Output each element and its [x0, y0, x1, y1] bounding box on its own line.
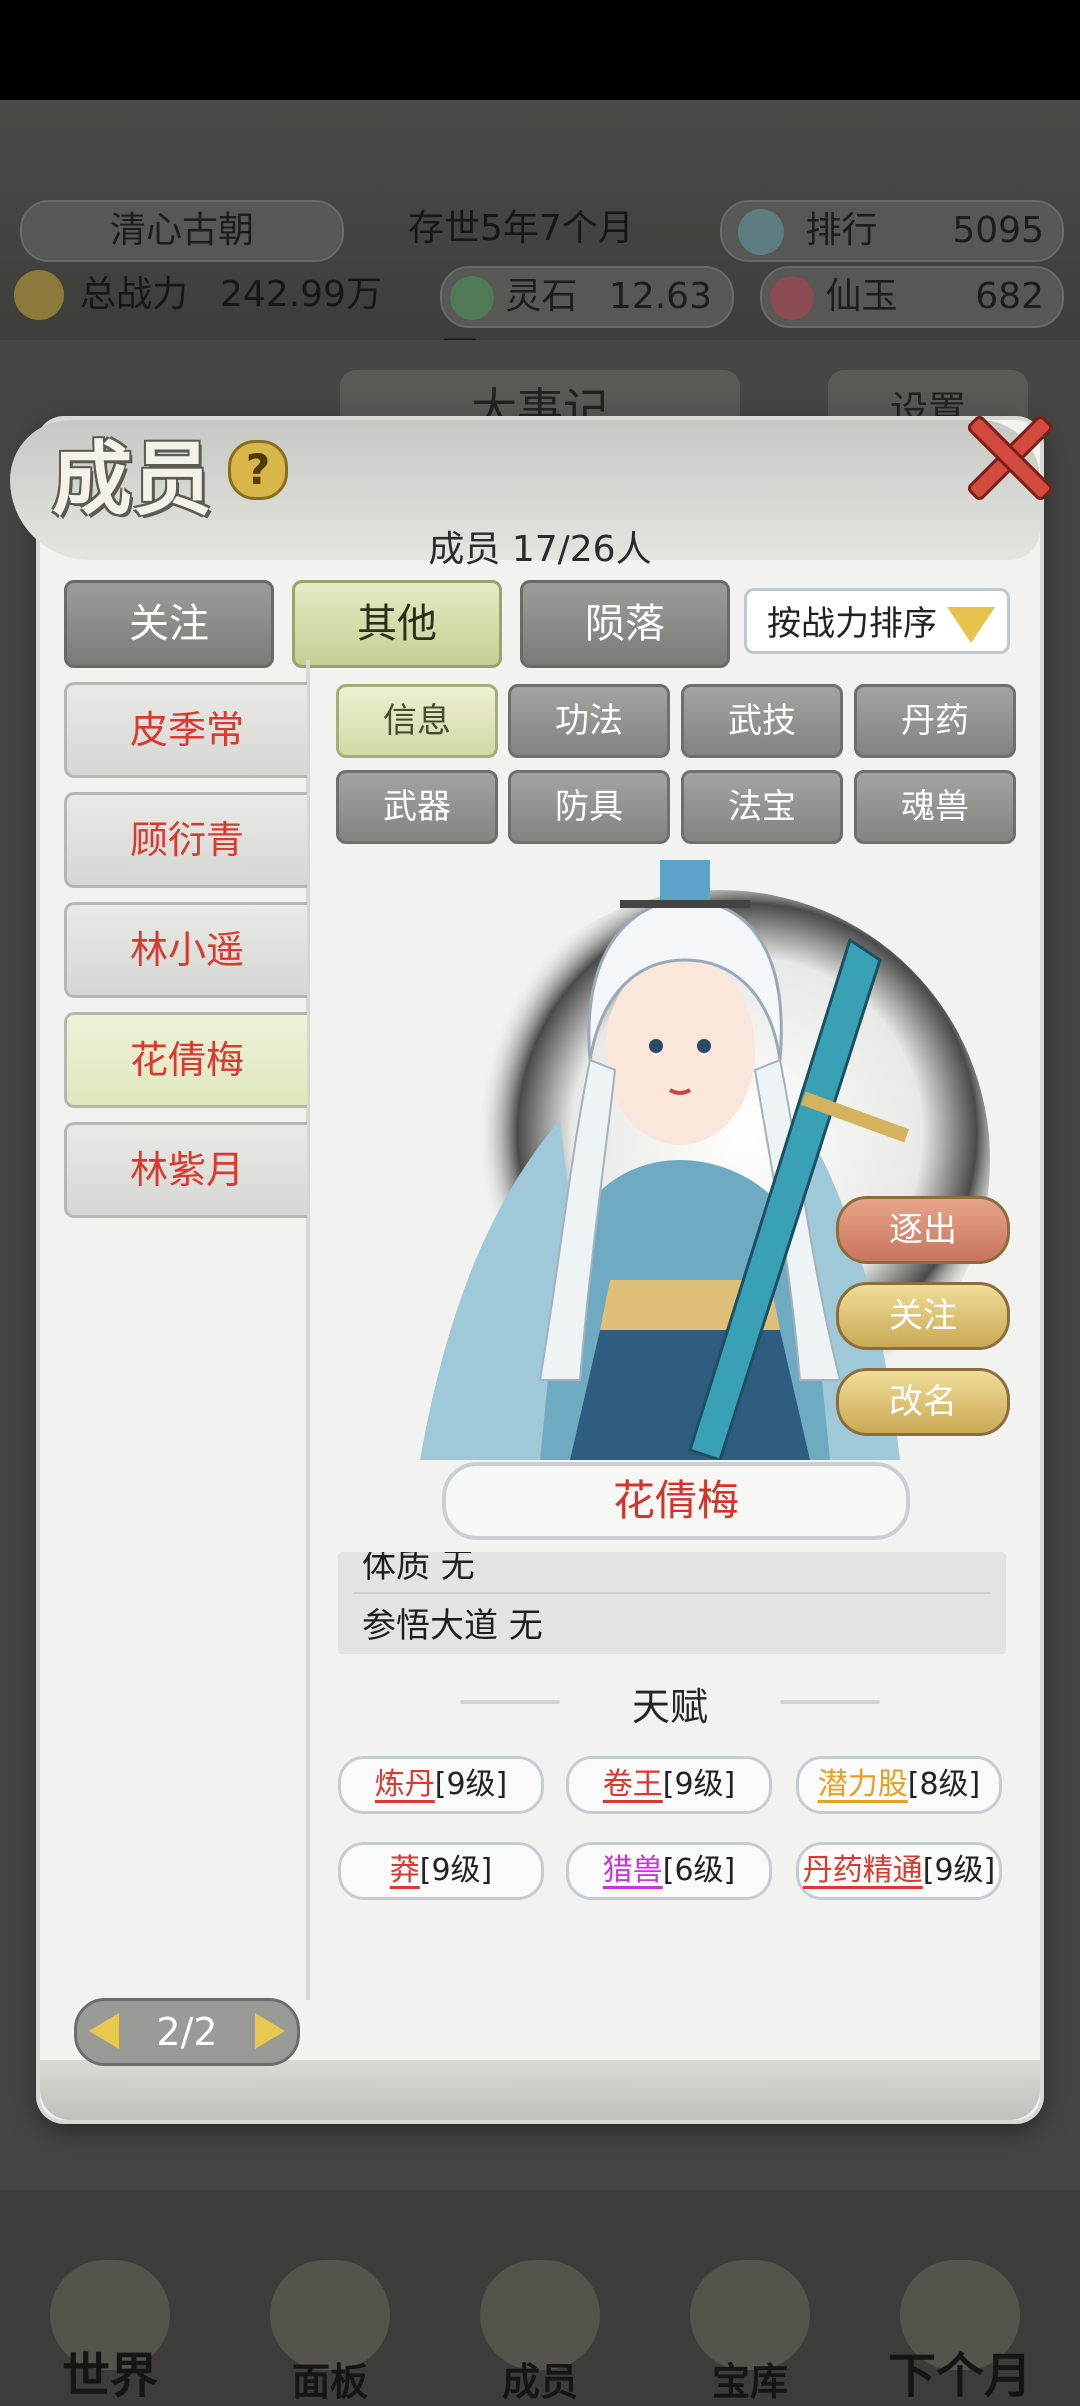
power-label: 总战力 — [80, 274, 189, 315]
tab-info[interactable]: 信息 — [336, 684, 498, 758]
follow-button[interactable]: 关注 — [836, 1282, 1010, 1350]
nav-members[interactable]: 成员 — [440, 2260, 640, 2404]
filter-other-button[interactable]: 其他 — [292, 580, 502, 668]
rank-icon — [738, 209, 784, 255]
power-icon — [14, 270, 64, 320]
talent-badge[interactable]: 卷王[9级] — [566, 1756, 772, 1814]
dialog-footer-decoration — [40, 2060, 1040, 2120]
member-count: 成员 17/26人 — [428, 529, 652, 570]
pagination: 2/2 — [74, 1998, 300, 2066]
talent-level: [6级] — [662, 1853, 736, 1888]
nav-members-label: 成员 — [501, 2359, 578, 2404]
talent-title: 天赋 — [460, 1676, 880, 1729]
talent-name: 卷王 — [602, 1767, 663, 1802]
rank-label: 排行 — [805, 210, 878, 251]
member-item[interactable]: 皮季常 — [64, 682, 307, 778]
rank-panel[interactable]: 排行 5095 — [720, 200, 1064, 262]
tab-techniques[interactable]: 功法 — [508, 684, 670, 758]
rename-button[interactable]: 改名 — [836, 1368, 1010, 1436]
sect-age: 存世5年7个月 — [408, 208, 634, 249]
talent-name: 炼丹 — [374, 1767, 435, 1802]
filter-follow-button[interactable]: 关注 — [64, 580, 274, 668]
nav-panel[interactable]: 面板 — [230, 2260, 430, 2404]
nav-next-month-label: 下个月 — [887, 2348, 1032, 2404]
tab-armor[interactable]: 防具 — [508, 770, 670, 844]
nav-world[interactable]: 世界 — [10, 2260, 210, 2404]
talent-level: [9级] — [434, 1767, 508, 1802]
member-item[interactable]: 林紫月 — [64, 1122, 307, 1218]
help-icon[interactable]: ? — [228, 440, 288, 500]
talent-level: [8级] — [907, 1767, 981, 1802]
spirit-stone-label: 灵石 — [505, 276, 578, 317]
tab-soul-beast[interactable]: 魂兽 — [854, 770, 1016, 844]
talent-badge[interactable]: 莽[9级] — [338, 1842, 544, 1900]
status-bar — [0, 0, 1080, 100]
dialog-title: 成员 — [52, 432, 212, 526]
jade-label: 仙玉 — [825, 276, 898, 317]
nav-next-month[interactable]: 下个月 — [860, 2260, 1060, 2404]
stats-panel[interactable]: 体质 无 参悟大道 无 — [338, 1552, 1006, 1654]
tab-artifact[interactable]: 法宝 — [681, 770, 843, 844]
sort-dropdown[interactable]: 按战力排序 — [744, 588, 1010, 654]
talent-name: 猎兽 — [602, 1853, 663, 1888]
filter-fallen-button[interactable]: 陨落 — [520, 580, 730, 668]
talent-badge[interactable]: 潜力股[8级] — [796, 1756, 1002, 1814]
nav-world-label: 世界 — [61, 2348, 158, 2404]
talent-badge[interactable]: 炼丹[9级] — [338, 1756, 544, 1814]
prev-page-icon[interactable] — [89, 2013, 119, 2049]
spirit-stone-panel: 灵石 12.63万 — [440, 266, 734, 375]
dao-stat: 参悟大道 无 — [362, 1606, 543, 1646]
sect-name: 清心古朝 — [20, 200, 344, 262]
talent-badge[interactable]: 丹药精通[9级] — [796, 1842, 1002, 1900]
power-value: 242.99万 — [220, 274, 382, 315]
talent-level: [9级] — [922, 1853, 996, 1888]
constitution-stat: 体质 无 — [362, 1552, 475, 1586]
nav-panel-label: 面板 — [291, 2359, 368, 2404]
nav-treasury-label: 宝库 — [711, 2359, 788, 2404]
talent-title-text: 天赋 — [631, 1685, 708, 1729]
kick-button[interactable]: 逐出 — [836, 1196, 1010, 1264]
stats-divider — [354, 1592, 990, 1594]
close-icon[interactable] — [960, 410, 1050, 500]
talent-name: 潜力股 — [817, 1767, 908, 1802]
page-indicator: 2/2 — [156, 2010, 218, 2054]
tab-skills[interactable]: 武技 — [681, 684, 843, 758]
member-item[interactable]: 顾衍青 — [64, 792, 307, 888]
member-item[interactable]: 林小遥 — [64, 902, 307, 998]
talent-level: [9级] — [662, 1767, 736, 1802]
talent-level: [9级] — [419, 1853, 493, 1888]
talent-name: 莽 — [389, 1853, 420, 1888]
nav-treasury[interactable]: 宝库 — [650, 2260, 850, 2404]
dropdown-arrow-icon — [947, 607, 995, 643]
sort-label: 按战力排序 — [767, 604, 937, 644]
top-hud: 清心古朝 存世5年7个月 排行 5095 总战力 242.99万 灵石 12.6… — [0, 100, 1080, 375]
jade-value: 682 — [975, 276, 1044, 317]
character-name: 花倩梅 — [442, 1462, 910, 1540]
rank-value: 5095 — [952, 210, 1044, 251]
tab-weapon[interactable]: 武器 — [336, 770, 498, 844]
member-item-selected[interactable]: 花倩梅 — [64, 1012, 307, 1108]
talent-name: 丹药精通 — [802, 1853, 923, 1888]
spirit-stone-icon — [450, 276, 494, 320]
jade-panel: 仙玉 682 — [760, 266, 1064, 328]
next-page-icon[interactable] — [255, 2013, 285, 2049]
talent-badge[interactable]: 猎兽[6级] — [566, 1842, 772, 1900]
jade-icon — [770, 276, 814, 320]
tab-pills[interactable]: 丹药 — [854, 684, 1016, 758]
